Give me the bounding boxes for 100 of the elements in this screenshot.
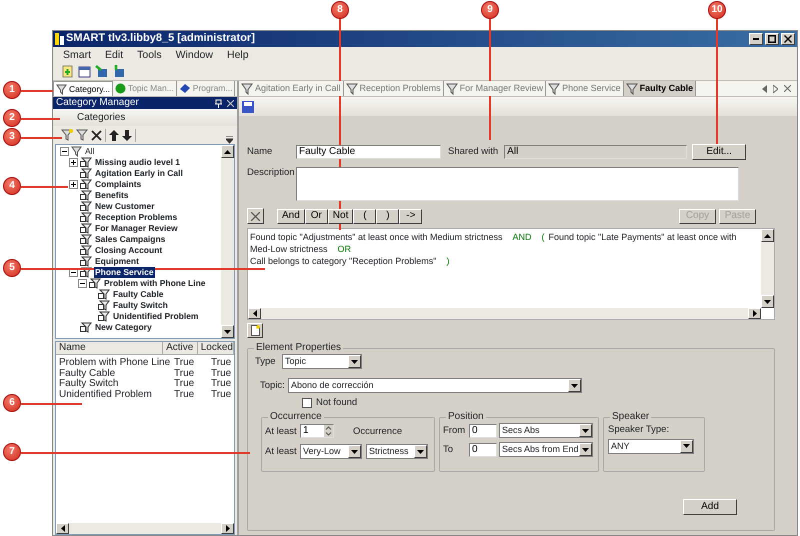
- to-unit-dropdown[interactable]: Secs Abs from End: [499, 442, 593, 458]
- tree-item[interactable]: Closing Account: [94, 245, 164, 256]
- overflow-icon[interactable]: [226, 136, 233, 144]
- tree-item[interactable]: Reception Problems: [94, 212, 178, 223]
- document-tab[interactable]: For Manager Review: [444, 81, 546, 96]
- tree-item[interactable]: New Customer: [94, 201, 156, 212]
- operator-text: (: [542, 232, 545, 242]
- speaker-type-dropdown[interactable]: ANY: [608, 438, 694, 454]
- operator-button[interactable]: Not: [328, 208, 354, 224]
- new-element-button[interactable]: [247, 323, 263, 338]
- operator-button[interactable]: ): [376, 208, 400, 224]
- tree-item[interactable]: Faulty Switch: [112, 300, 169, 311]
- tree-item[interactable]: All: [84, 146, 96, 157]
- edit-button[interactable]: Edit...: [692, 144, 746, 160]
- menu-item[interactable]: Edit: [105, 48, 124, 62]
- document-tab[interactable]: Agitation Early in Call: [239, 81, 344, 96]
- expand-toggle[interactable]: [60, 147, 69, 156]
- shared-with-field[interactable]: All: [504, 145, 688, 159]
- disk-arrow-icon[interactable]: [112, 65, 125, 78]
- level-dropdown[interactable]: Very-Low: [300, 444, 362, 460]
- vertical-scrollbar[interactable]: [761, 229, 774, 308]
- from-unit-dropdown[interactable]: Secs Abs: [499, 423, 593, 438]
- funnel-star-icon[interactable]: [61, 129, 73, 141]
- close-button[interactable]: [781, 33, 795, 45]
- expand-toggle[interactable]: [69, 158, 78, 167]
- name-field[interactable]: Faulty Cable: [296, 145, 441, 159]
- save-icon[interactable]: [242, 100, 254, 112]
- tree-item[interactable]: Unidentified Problem: [112, 311, 200, 322]
- operator-button[interactable]: ->: [399, 208, 422, 224]
- pin-icon[interactable]: [215, 98, 222, 108]
- scroll-left-icon: [60, 525, 64, 532]
- category-icon: [98, 311, 110, 322]
- document-tab[interactable]: Faulty Cable: [624, 81, 696, 96]
- tree-item[interactable]: Sales Campaigns: [94, 234, 166, 245]
- clear-button[interactable]: [247, 208, 264, 224]
- expand-toggle[interactable]: [78, 279, 87, 288]
- scroll-left-icon[interactable]: [762, 84, 767, 92]
- to-field[interactable]: 0: [469, 442, 497, 457]
- category-icon: [80, 223, 92, 234]
- disk-arrow-icon[interactable]: [95, 65, 108, 78]
- category-icon: [80, 322, 92, 333]
- add-button[interactable]: Add: [683, 499, 737, 516]
- type-dropdown[interactable]: Topic: [282, 354, 362, 369]
- tree-item[interactable]: New Category: [94, 322, 153, 333]
- page-icon[interactable]: [61, 65, 74, 78]
- column-header[interactable]: Active: [163, 342, 198, 355]
- horizontal-scrollbar[interactable]: [56, 523, 234, 534]
- checkbox[interactable]: [302, 398, 312, 408]
- callout-marker: 4: [3, 177, 21, 195]
- tree-item[interactable]: Agitation Early in Call: [94, 168, 184, 179]
- subject-dropdown[interactable]: Abono de corrección: [288, 378, 582, 393]
- funnel-icon[interactable]: [76, 129, 88, 141]
- tree-item[interactable]: Faulty Cable: [112, 289, 165, 300]
- strictness-dropdown[interactable]: Strictness: [366, 444, 428, 460]
- callout-marker: 5: [3, 259, 21, 277]
- dropdown-arrow-icon: [571, 384, 578, 388]
- tree-item[interactable]: Equipment: [94, 256, 140, 267]
- vertical-scrollbar[interactable]: [221, 145, 234, 338]
- category-icon: [98, 300, 110, 311]
- from-field[interactable]: 0: [469, 424, 497, 438]
- tree-item[interactable]: Phone Service: [94, 267, 155, 278]
- callout-marker: 10: [708, 1, 726, 19]
- leader-line: [21, 118, 60, 120]
- column-header[interactable]: Locked: [198, 342, 234, 355]
- horizontal-scrollbar[interactable]: [248, 308, 761, 319]
- table-cell-text: True: [210, 357, 232, 368]
- tree-item[interactable]: Benefits: [94, 190, 130, 201]
- panel-tab[interactable]: Category...: [53, 81, 113, 96]
- calendar-icon[interactable]: [78, 65, 91, 78]
- category-icon: [80, 256, 92, 267]
- menu-item[interactable]: Help: [226, 48, 249, 62]
- expand-toggle[interactable]: [69, 180, 78, 189]
- maximize-button[interactable]: [765, 33, 779, 45]
- menu-item[interactable]: Window: [176, 48, 213, 62]
- scroll-right-icon[interactable]: [773, 84, 778, 92]
- description-field[interactable]: [296, 167, 739, 201]
- tree-item[interactable]: Problem with Phone Line: [103, 278, 207, 289]
- number-spinner[interactable]: 1: [300, 424, 334, 438]
- tree-item[interactable]: For Manager Review: [94, 223, 179, 234]
- field-label: Description: [247, 167, 296, 180]
- operator-button[interactable]: Or: [304, 208, 328, 224]
- menu-item[interactable]: Tools: [137, 48, 162, 62]
- minimize-button[interactable]: [749, 33, 763, 45]
- operator-button[interactable]: And: [277, 208, 305, 224]
- operator-button[interactable]: (: [353, 208, 376, 224]
- column-header[interactable]: Name: [56, 342, 164, 355]
- expression-text: Found topic "Adjustments" at least once with Medium strictness: [250, 232, 503, 242]
- down-arrow-icon[interactable]: [122, 130, 132, 140]
- document-tab[interactable]: Phone Service: [546, 81, 624, 96]
- up-arrow-icon[interactable]: [109, 130, 119, 140]
- leader-line: [21, 186, 68, 188]
- tree-item[interactable]: Complaints: [94, 179, 142, 190]
- delete-icon[interactable]: [91, 130, 102, 140]
- field-label: Occurrence: [353, 426, 402, 438]
- category-icon: [80, 168, 92, 179]
- menu-item[interactable]: Smart: [63, 48, 92, 62]
- tree-item[interactable]: Missing audio level 1: [94, 157, 182, 168]
- callout-marker: 6: [3, 394, 21, 412]
- close-icon[interactable]: [784, 85, 791, 92]
- document-tab[interactable]: Reception Problems: [344, 81, 444, 96]
